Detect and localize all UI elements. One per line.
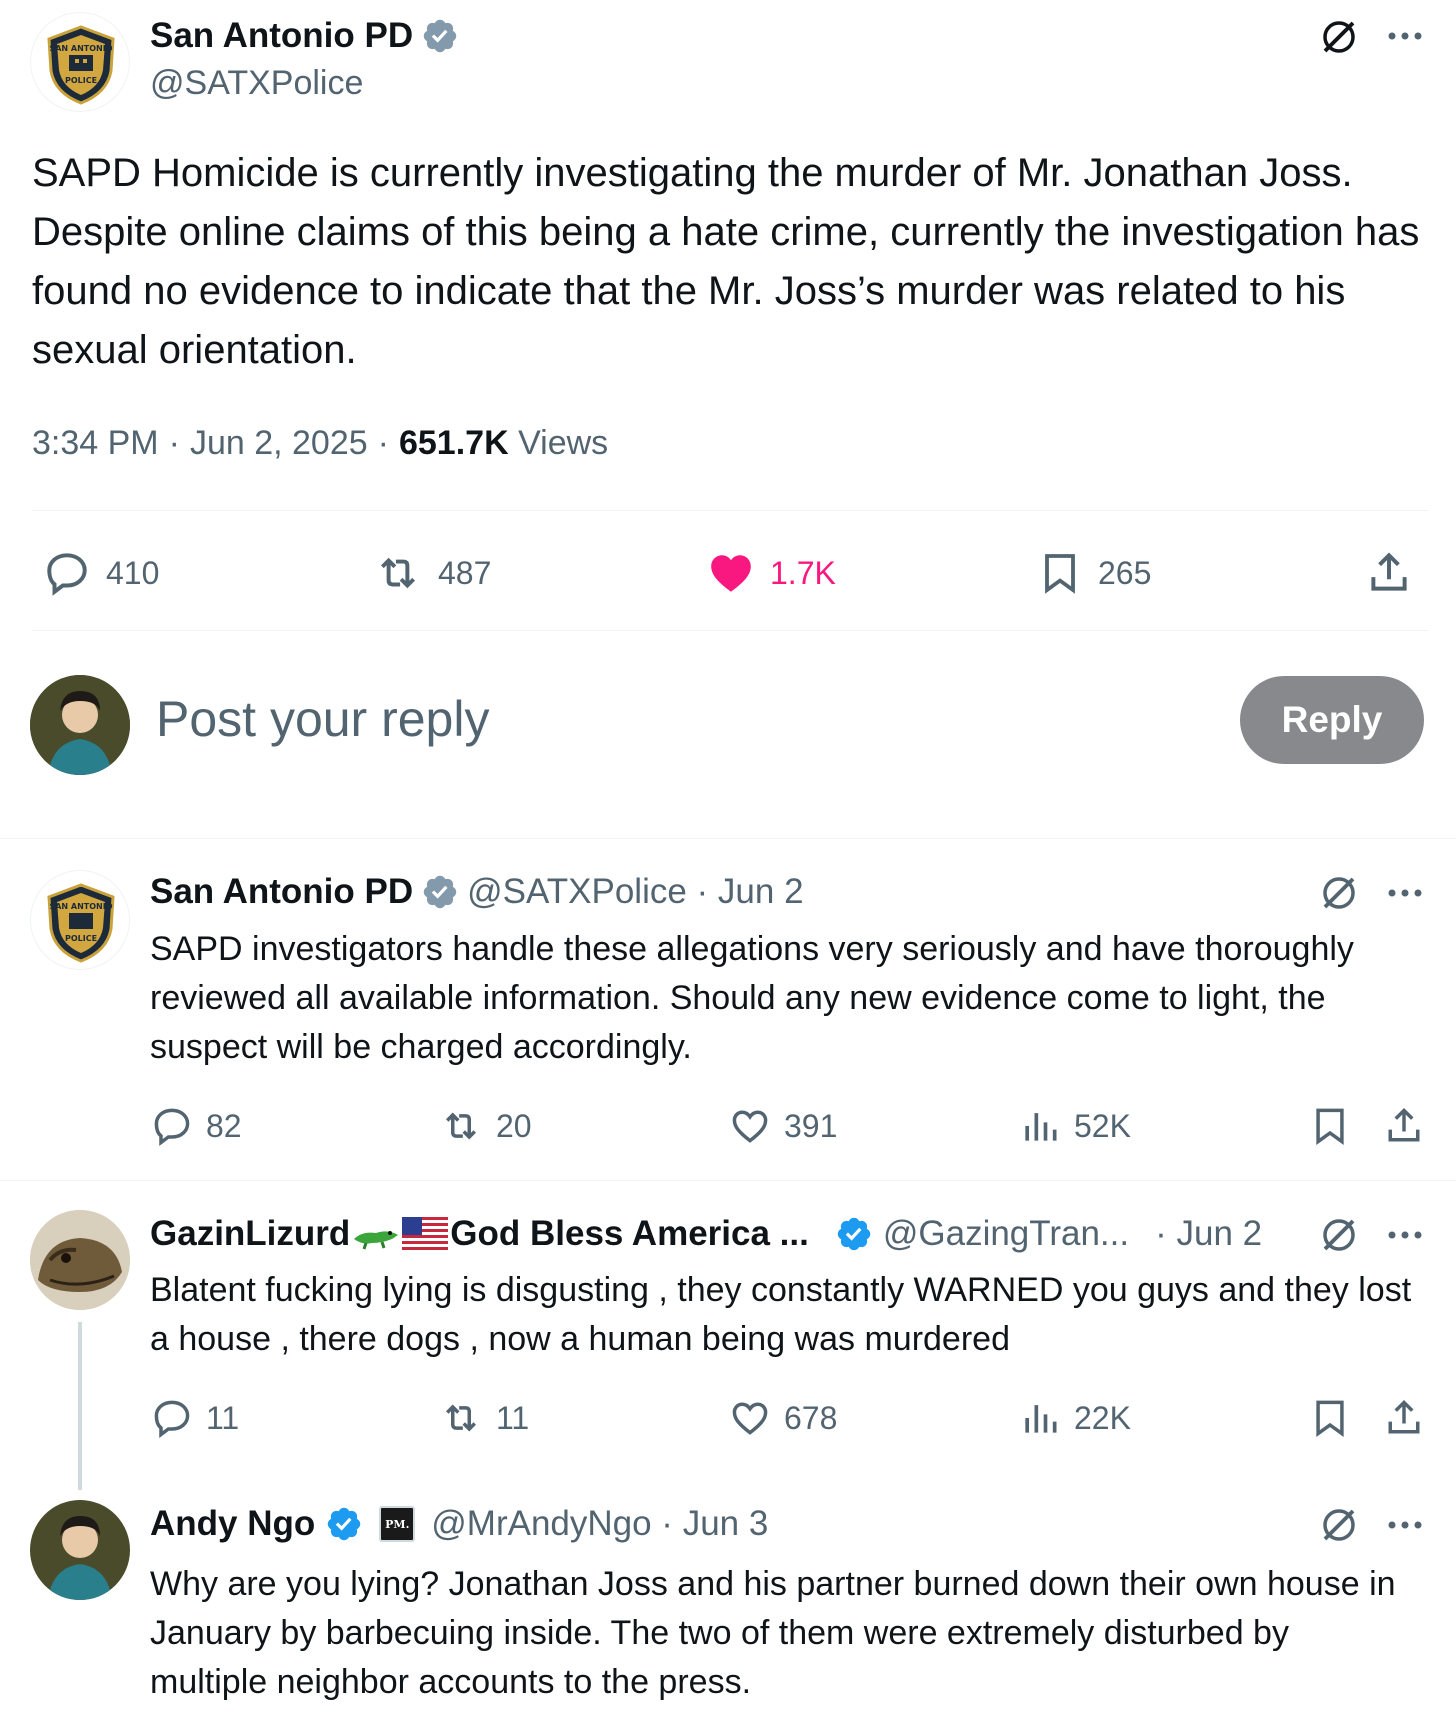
grok-icon[interactable] [1318,1504,1360,1546]
person-portrait-icon [30,675,130,775]
person-portrait-icon [30,1500,130,1600]
grok-icon[interactable] [1318,16,1360,58]
us-flag-icon [402,1217,449,1251]
more-options-icon[interactable] [1386,883,1424,903]
thread-line [78,1322,82,1490]
reply1-repost-button[interactable]: 20 [438,1104,532,1148]
heart-outline-icon [732,1402,768,1435]
heart-filled-icon [711,555,751,592]
reply3-author[interactable]: Andy Ngo [150,1504,315,1544]
bookmark-button[interactable]: 265 [1036,548,1151,598]
org-badge-icon: PM. [379,1506,416,1542]
reply3-handle-date[interactable]: @MrAndyNgo · Jun 3 [431,1504,768,1544]
more-options-icon[interactable] [1386,1515,1424,1535]
post-text: SAPD Homicide is currently investigating… [32,151,1420,372]
reply3-header: Andy Ngo PM. @MrAndyNgo · Jun 3 [150,1504,768,1544]
reply2-date[interactable]: · Jun 2 [1155,1214,1262,1254]
reply2-bookmark-icon[interactable] [1308,1396,1352,1440]
verified-grey-icon [421,873,459,911]
verified-grey-icon [421,17,459,55]
reply1-views-button[interactable]: 52K [1018,1104,1131,1148]
post-meta: 3:34 PM · Jun 2, 2025 · 651.7K Views [32,424,609,463]
reply2-author-suffix[interactable]: God Bless America ... [450,1214,809,1254]
reply2-header: GazinLizurd God Bless America ... @Gazin… [150,1214,1310,1254]
reply3-avatar[interactable] [30,1500,130,1600]
repost-icon [446,1112,476,1140]
reply1-text: SAPD investigators handle these allegati… [150,930,1354,1066]
lizard-avatar-icon [30,1210,130,1310]
reply2-author[interactable]: GazinLizurd [150,1214,350,1254]
reply-submit-button[interactable]: Reply [1240,676,1424,764]
views-label: Views [518,424,609,462]
svg-text:POLICE: POLICE [65,934,97,943]
author-name[interactable]: San Antonio PD [150,16,459,56]
reply2-views-button[interactable]: 22K [1018,1396,1131,1440]
reply2-like-button[interactable]: 678 [728,1396,837,1440]
heart-outline-icon [732,1110,768,1143]
reply-bubble-icon [154,1400,190,1438]
reply-bubble-icon [47,553,87,596]
reply2-reply-button[interactable]: 11 [150,1396,239,1440]
crocodile-emoji-icon [352,1217,400,1251]
reply1-handle-date[interactable]: @SATXPolice · Jun 2 [467,872,803,912]
police-badge-icon: SAN ANTONIO POLICE [47,25,115,105]
repost-icon [380,557,416,589]
my-avatar[interactable] [30,675,130,775]
repost-button[interactable]: 487 [372,548,491,598]
sapd-avatar[interactable]: SAN ANTONIO POLICE [30,12,130,112]
reply2-repost-button[interactable]: 11 [438,1396,529,1440]
verified-blue-icon [325,1505,363,1543]
reply1-share-icon[interactable] [1382,1104,1426,1148]
post-time[interactable]: 3:34 PM [32,424,159,463]
share-icon[interactable] [1364,548,1414,598]
reply-bubble-icon [154,1108,190,1146]
grok-icon[interactable] [1318,1214,1360,1256]
svg-text:POLICE: POLICE [65,76,97,85]
analytics-icon [1025,1113,1057,1141]
reply-button[interactable]: 410 [42,548,159,598]
reply2-handle[interactable]: @GazingTran... [883,1214,1129,1254]
verified-blue-icon [835,1215,873,1253]
reply1-bookmark-icon[interactable] [1308,1104,1352,1148]
reply1-reply-button[interactable]: 82 [150,1104,242,1148]
reply1-author[interactable]: San Antonio PD [150,872,413,912]
reply1-avatar[interactable]: SAN ANTONIO POLICE [30,870,130,970]
post-date[interactable]: Jun 2, 2025 [190,424,368,463]
reply2-share-icon[interactable] [1382,1396,1426,1440]
svg-text:SAN ANTONIO: SAN ANTONIO [49,902,112,911]
views-count: 651.7K [398,424,509,462]
reply-input[interactable]: Post your reply [156,690,489,748]
svg-text:SAN ANTONIO: SAN ANTONIO [49,44,112,53]
reply2-avatar[interactable] [30,1210,130,1310]
grok-icon[interactable] [1318,872,1360,914]
reply2-text: Blatent fucking lying is disgusting , th… [150,1271,1412,1358]
author-handle[interactable]: @SATXPolice [150,64,363,103]
more-options-icon[interactable] [1386,26,1424,46]
more-options-icon[interactable] [1386,1225,1424,1245]
reply1-header: San Antonio PD @SATXPolice · Jun 2 [150,872,804,912]
reply1-like-button[interactable]: 391 [728,1104,837,1148]
police-badge-icon: SAN ANTONIO POLICE [47,883,115,963]
repost-icon [446,1404,476,1432]
analytics-icon [1025,1405,1057,1433]
reply3-text: Why are you lying? Jonathan Joss and his… [150,1565,1396,1701]
like-button[interactable]: 1.7K [706,548,836,598]
bookmark-icon [1045,554,1075,594]
